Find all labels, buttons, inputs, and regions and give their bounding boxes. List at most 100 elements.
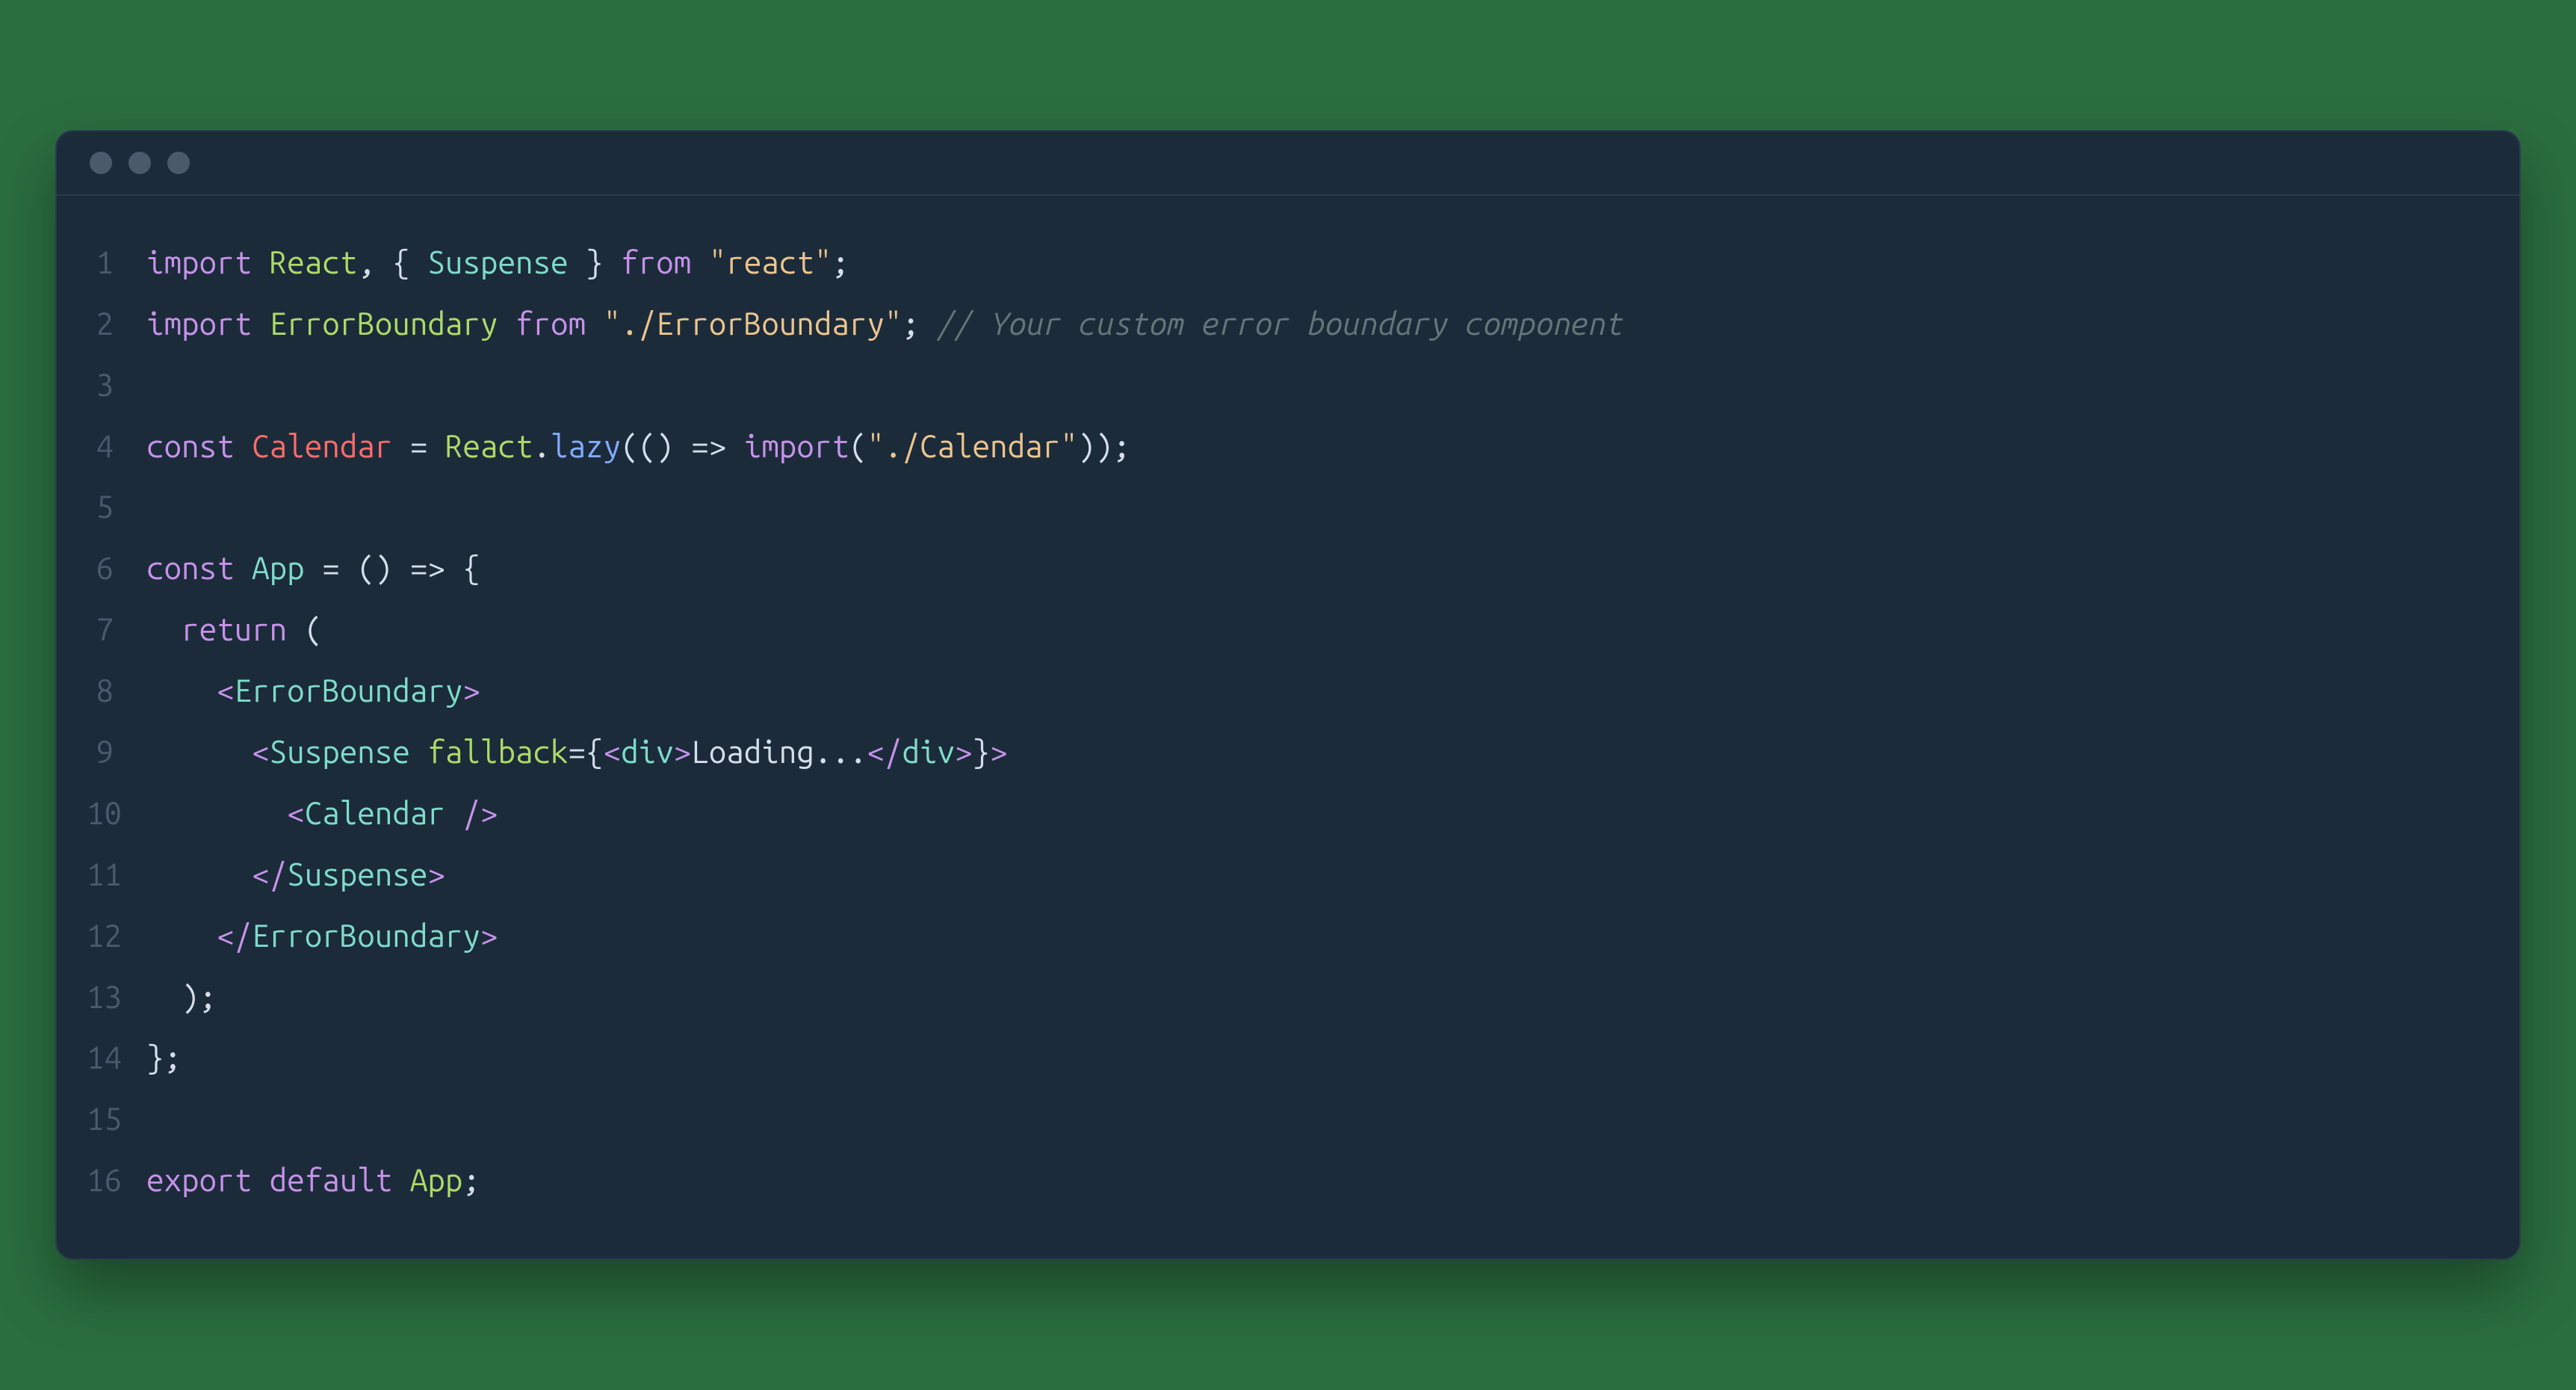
token-punct bbox=[586, 306, 604, 341]
code-line: 3 bbox=[87, 354, 2489, 416]
token-punct: ( bbox=[849, 428, 867, 463]
code-content: </ErrorBoundary> bbox=[146, 905, 498, 966]
token-attr: fallback bbox=[427, 734, 568, 769]
token-tagpunct: > bbox=[674, 734, 692, 769]
token-kw: const bbox=[146, 550, 235, 585]
line-number: 10 bbox=[87, 782, 146, 844]
code-line: 11 </Suspense> bbox=[87, 844, 2489, 905]
token-kw: import bbox=[744, 428, 849, 463]
window-maximize-button[interactable] bbox=[167, 152, 190, 174]
token-kw: import bbox=[146, 306, 252, 341]
token-punct bbox=[235, 428, 253, 463]
token-punct: } bbox=[569, 244, 622, 279]
token-punct: ); bbox=[146, 979, 217, 1014]
token-tagpunct: > bbox=[480, 918, 498, 953]
window-titlebar bbox=[57, 132, 2519, 196]
code-line: 2import ErrorBoundary from "./ErrorBound… bbox=[87, 293, 2489, 354]
token-class: React bbox=[445, 428, 533, 463]
token-punct bbox=[410, 734, 428, 769]
token-punct bbox=[252, 1162, 270, 1197]
token-tagpunct: </ bbox=[867, 734, 902, 769]
token-tag: Suspense bbox=[287, 856, 427, 892]
token-punct bbox=[146, 856, 252, 892]
code-content: return ( bbox=[146, 599, 322, 660]
token-kw: export bbox=[146, 1162, 252, 1197]
token-text: Loading... bbox=[691, 734, 867, 769]
token-tagpunct: > bbox=[427, 856, 445, 892]
code-line: 12 </ErrorBoundary> bbox=[87, 905, 2489, 966]
token-tagpunct: > bbox=[990, 734, 1008, 769]
code-editor-window: 1import React, { Suspense } from "react"… bbox=[55, 130, 2521, 1260]
token-punct bbox=[445, 795, 463, 830]
token-tag: ErrorBoundary bbox=[235, 673, 463, 708]
line-number: 15 bbox=[87, 1088, 146, 1149]
token-punct bbox=[146, 734, 252, 769]
token-tag: Calendar bbox=[305, 795, 445, 830]
code-content: <Calendar /> bbox=[146, 782, 498, 844]
code-line: 1import React, { Suspense } from "react"… bbox=[87, 232, 2489, 293]
line-number: 16 bbox=[87, 1149, 146, 1211]
token-str: "./Calendar" bbox=[867, 428, 1077, 463]
token-kw: from bbox=[515, 306, 586, 341]
code-content: ); bbox=[146, 966, 217, 1028]
code-content: <ErrorBoundary> bbox=[146, 660, 480, 721]
code-content: }; bbox=[146, 1027, 182, 1088]
token-kw: const bbox=[146, 428, 235, 463]
code-line: 8 <ErrorBoundary> bbox=[87, 660, 2489, 721]
token-punct: = bbox=[392, 428, 445, 463]
token-punct bbox=[146, 795, 287, 830]
token-punct bbox=[691, 244, 709, 279]
line-number: 14 bbox=[87, 1027, 146, 1088]
token-punct bbox=[235, 550, 253, 585]
token-member: lazy bbox=[551, 428, 621, 463]
line-number: 8 bbox=[87, 660, 146, 721]
token-punct bbox=[252, 244, 270, 279]
token-const: Calendar bbox=[252, 428, 392, 463]
token-punct: ={ bbox=[569, 734, 604, 769]
code-line: 13 ); bbox=[87, 966, 2489, 1028]
code-content: import ErrorBoundary from "./ErrorBounda… bbox=[146, 293, 1623, 354]
code-content: <Suspense fallback={<div>Loading...</div… bbox=[146, 721, 1008, 782]
token-type: App bbox=[252, 550, 305, 585]
token-tagpunct: > bbox=[955, 734, 973, 769]
token-tagpunct: /> bbox=[462, 795, 498, 830]
code-line: 5 bbox=[87, 476, 2489, 537]
token-punct: (() => bbox=[621, 428, 744, 463]
token-punct: . bbox=[533, 428, 551, 463]
code-content: const Calendar = React.lazy(() => import… bbox=[146, 416, 1130, 477]
token-type: Suspense bbox=[427, 244, 568, 279]
code-line: 6const App = () => { bbox=[87, 537, 2489, 599]
token-tag: div bbox=[621, 734, 674, 769]
token-kw: from bbox=[621, 244, 691, 279]
code-content: const App = () => { bbox=[146, 537, 480, 599]
token-punct bbox=[392, 1162, 410, 1197]
token-tagpunct: < bbox=[604, 734, 622, 769]
line-number: 12 bbox=[87, 905, 146, 966]
token-class: ErrorBoundary bbox=[270, 306, 498, 341]
token-tagpunct: < bbox=[217, 673, 235, 708]
window-close-button[interactable] bbox=[90, 152, 112, 174]
code-line: 7 return ( bbox=[87, 599, 2489, 660]
line-number: 1 bbox=[87, 232, 146, 293]
token-tag: Suspense bbox=[270, 734, 410, 769]
line-number: 7 bbox=[87, 599, 146, 660]
token-str: "./ErrorBoundary" bbox=[604, 306, 902, 341]
token-tag: div bbox=[902, 734, 955, 769]
token-punct: }; bbox=[146, 1040, 182, 1075]
token-str: "react" bbox=[709, 244, 832, 279]
code-content: export default App; bbox=[146, 1149, 480, 1211]
line-number: 13 bbox=[87, 966, 146, 1028]
code-line: 14}; bbox=[87, 1027, 2489, 1088]
token-punct bbox=[498, 306, 515, 341]
token-punct: ; bbox=[832, 244, 849, 279]
code-area[interactable]: 1import React, { Suspense } from "react"… bbox=[57, 196, 2519, 1258]
line-number: 2 bbox=[87, 293, 146, 354]
window-minimize-button[interactable] bbox=[129, 152, 151, 174]
token-punct: } bbox=[973, 734, 991, 769]
token-tagpunct: </ bbox=[217, 918, 252, 953]
token-punct: ( bbox=[287, 611, 322, 646]
line-number: 11 bbox=[87, 844, 146, 905]
token-punct: ; bbox=[462, 1162, 480, 1197]
line-number: 9 bbox=[87, 721, 146, 782]
line-number: 6 bbox=[87, 537, 146, 599]
